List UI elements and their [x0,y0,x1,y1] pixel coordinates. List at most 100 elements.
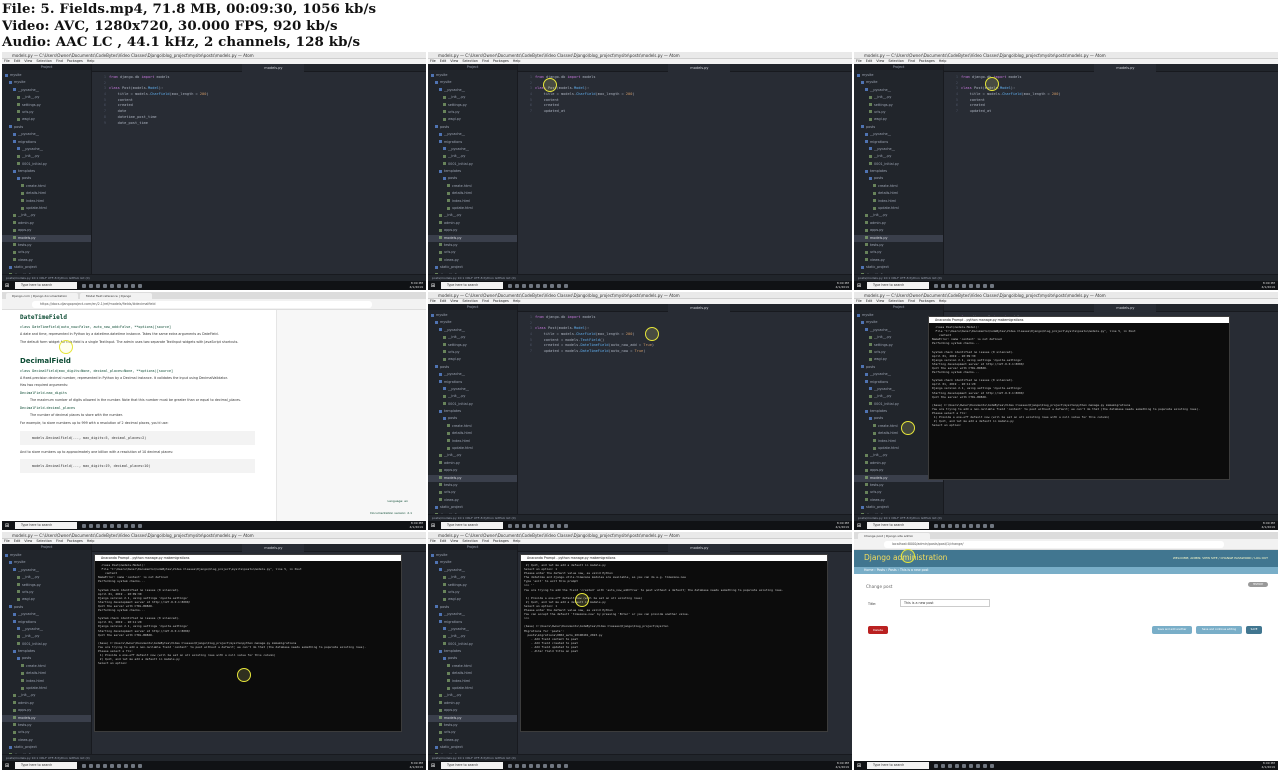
file-tree-item[interactable]: __init__.py [428,393,517,400]
file-tree-item[interactable]: __pycache__ [854,87,943,94]
taskbar-app-icon[interactable] [976,283,980,288]
file-tree-item[interactable]: templates [428,648,517,655]
taskbar-app-icon[interactable] [543,523,547,528]
menu-item[interactable]: File [430,299,436,303]
file-tree-item[interactable]: update.html [854,205,943,212]
file-tree-item[interactable]: __pycache__ [2,87,91,94]
file-tree-item[interactable]: create.html [2,183,91,190]
taskbar-app-icon[interactable] [948,283,952,288]
file-tree-item[interactable]: 0001_initial.py [428,161,517,168]
file-tree-item[interactable]: mysite [2,79,91,86]
version-switcher[interactable]: Documentation version: 2.1 [370,511,412,515]
file-tree-item[interactable]: views.py [428,257,517,264]
file-tree-item[interactable]: mysite [854,72,943,79]
file-tree-item[interactable]: __pycache__ [2,146,91,153]
file-tree-item[interactable]: mysite [2,72,91,79]
taskbar-app-icon[interactable] [557,283,561,288]
start-button[interactable]: ⊞ [2,281,12,290]
taskbar-app-icon[interactable] [550,283,554,288]
save-and-continue-button[interactable]: Save and continue editing [1196,626,1242,634]
taskbar-app-icon[interactable] [522,523,526,528]
taskbar-app-icon[interactable] [948,523,952,528]
menu-item[interactable]: Find [908,299,915,303]
menu-item[interactable]: Help [939,299,947,303]
terminal-window[interactable]: Anaconda Prompt - python manage.py makem… [928,316,1230,480]
menu-item[interactable]: Packages [919,299,935,303]
code-area[interactable]: 1from django.db import models23class Pos… [518,72,852,115]
editor-tab[interactable]: models.py [668,304,731,312]
file-tree-item[interactable]: templates [854,168,943,175]
code-area[interactable]: 1from django.db import models23class Pos… [92,72,426,126]
url-input[interactable]: localhost:8000/admin/posts/post/1/change… [884,541,1224,548]
file-tree-item[interactable]: settings.py [428,342,517,349]
file-tree-item[interactable]: 0001_initial.py [2,161,91,168]
file-tree-item[interactable]: __pycache__ [854,146,943,153]
title-input[interactable]: This is a new post [900,599,990,607]
editor-tab[interactable]: models.py [668,64,731,72]
file-tree-item[interactable]: create.html [428,423,517,430]
menu-item[interactable]: Selection [462,299,478,303]
menu-item[interactable]: View [876,59,884,63]
menu-item[interactable]: View [450,299,458,303]
file-tree-item[interactable]: __init__.py [2,153,91,160]
terminal-window[interactable]: Anaconda Prompt - python manage.py makem… [94,554,402,732]
file-tree-item[interactable]: __init__.py [428,153,517,160]
taskbar-app-icon[interactable] [941,523,945,528]
file-tree-item[interactable]: 0001_initial.py [2,641,91,648]
file-tree-item[interactable]: posts [854,175,943,182]
file-tree-item[interactable]: __pycache__ [854,131,943,138]
taskbar-app-icon[interactable] [564,283,568,288]
taskbar-app-icon[interactable] [138,283,142,288]
taskbar-search-box[interactable]: Type here to search [15,522,77,529]
menu-item[interactable]: File [430,539,436,543]
file-tree-item[interactable]: urls.py [428,729,517,736]
file-tree-item[interactable]: admin.py [2,220,91,227]
start-button[interactable]: ⊞ [428,761,438,770]
file-tree-item[interactable]: static_project [428,504,517,511]
taskbar-app-icon[interactable] [508,283,512,288]
file-tree-item[interactable]: mysite [428,319,517,326]
file-tree-item[interactable]: urls.py [854,249,943,256]
menu-item[interactable]: Edit [14,59,21,63]
file-tree-item[interactable]: wsgi.py [2,116,91,123]
taskbar-app-icon[interactable] [89,523,93,528]
file-tree-item[interactable]: views.py [2,737,91,744]
file-tree-item[interactable]: __pycache__ [428,131,517,138]
menu-item[interactable]: File [430,59,436,63]
taskbar-app-icon[interactable] [529,523,533,528]
file-tree-item[interactable]: static_project [854,264,943,271]
taskbar-app-icon[interactable] [941,283,945,288]
taskbar-app-icon[interactable] [138,523,142,528]
taskbar-app-icon[interactable] [96,283,100,288]
taskbar-app-icon[interactable] [89,763,93,768]
taskbar-app-icon[interactable] [89,283,93,288]
file-tree-item[interactable]: index.html [2,678,91,685]
file-tree-item[interactable]: posts [428,364,517,371]
file-tree-item[interactable]: settings.py [428,582,517,589]
file-tree-item[interactable]: __pycache__ [2,626,91,633]
admin-breadcrumb[interactable]: Home › Posts › Posts › This is a new pos… [854,567,1278,574]
file-tree-item[interactable]: wsgi.py [854,116,943,123]
file-tree-item[interactable]: views.py [854,497,943,504]
file-tree-item[interactable]: apps.py [2,707,91,714]
taskbar-app-icon[interactable] [103,283,107,288]
file-tree-item[interactable]: tests.py [854,242,943,249]
start-button[interactable]: ⊞ [428,281,438,290]
file-tree-item[interactable]: posts [428,655,517,662]
menu-item[interactable]: Help [939,59,947,63]
taskbar-app-icon[interactable] [82,763,86,768]
file-tree-item[interactable]: settings.py [854,102,943,109]
file-tree-item[interactable]: tests.py [428,482,517,489]
file-tree-item[interactable]: migrations [428,379,517,386]
file-tree-item[interactable]: apps.py [854,227,943,234]
taskbar-app-icon[interactable] [543,283,547,288]
taskbar-app-icon[interactable] [962,523,966,528]
taskbar-app-icon[interactable] [550,523,554,528]
file-tree-item[interactable]: create.html [428,183,517,190]
menu-item[interactable]: File [4,539,10,543]
taskbar-app-icon[interactable] [529,763,533,768]
taskbar-app-icon[interactable] [138,763,142,768]
menu-item[interactable]: View [450,539,458,543]
file-tree-item[interactable]: index.html [854,198,943,205]
taskbar-search-box[interactable]: Type here to search [15,282,77,289]
